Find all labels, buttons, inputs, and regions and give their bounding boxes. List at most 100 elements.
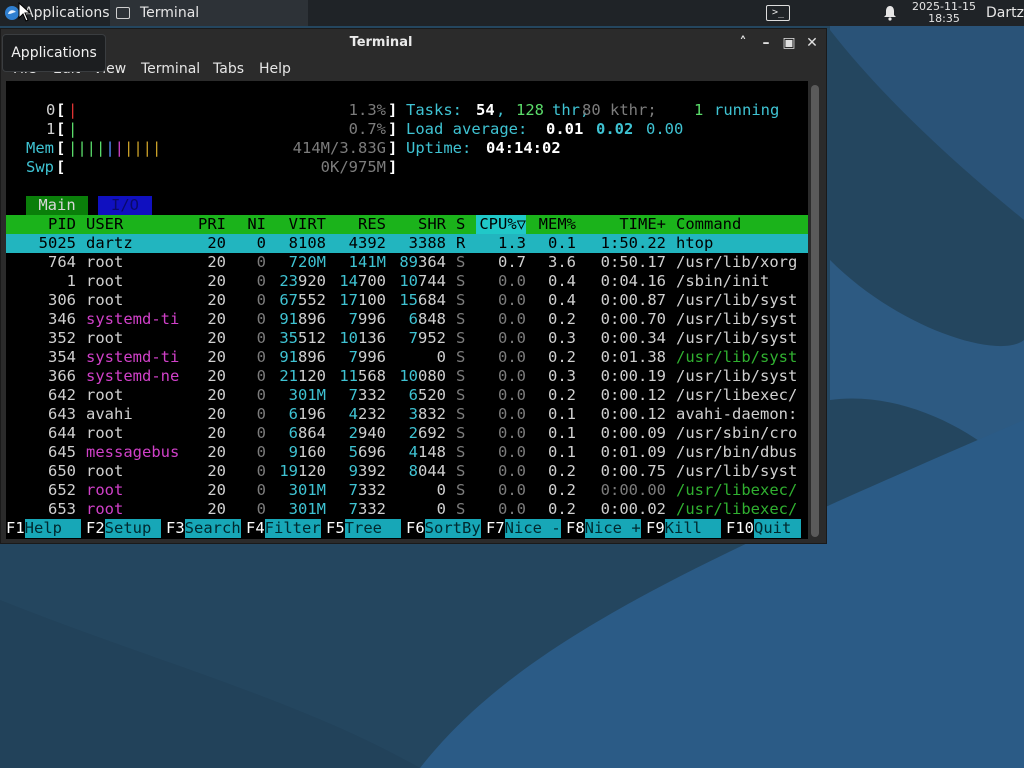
cell-s: S [456, 386, 466, 404]
applications-tooltip: Applications [2, 34, 106, 72]
window-titlebar[interactable]: Terminal ˄ – ▣ ✕ [1, 29, 826, 57]
column-header-pid[interactable]: PID [6, 215, 76, 234]
process-row[interactable]: 643 avahi 20 0 6196 4232 3832 S 0.0 0.1 0:00.12 ava… [6, 405, 808, 424]
cell-virt: 301M [288, 500, 326, 518]
column-header-res[interactable]: RES [326, 215, 386, 234]
tab-io[interactable]: I/O [98, 196, 152, 215]
meter-bracket: ] [388, 139, 398, 157]
mem-bar: |||||||||| [68, 139, 162, 157]
cell-pid: 644 [48, 424, 76, 442]
cell-s: S [456, 348, 466, 366]
cell-ni: 0 [256, 291, 266, 309]
process-row[interactable]: 644 root 20 0 6864 2940 2692 S 0.0 0.1 0:00.09/usr… [6, 424, 808, 443]
cell-ni: 0 [256, 424, 266, 442]
cell-s: S [456, 291, 466, 309]
process-row[interactable]: 653 root 20 0 301M 7332 0 S 0.0 0.2 0:00.02/usr/li… [6, 500, 808, 519]
column-header-shr[interactable]: SHR [386, 215, 446, 234]
cell-virt: 301M [288, 386, 326, 404]
process-row-selected[interactable]: 5025 dartz 20 0 8108 4392 3388 R 1.3 0.1 1:50.22 ht… [6, 234, 808, 253]
cell-user: messagebus [86, 443, 180, 461]
cell-virt: 35512 [279, 329, 326, 347]
cell-res: 7996 [348, 348, 386, 366]
user-menu-button[interactable]: Dartz [986, 0, 1024, 26]
fkey-f5[interactable]: F5Tree [326, 519, 401, 538]
cell-res: 141M [348, 253, 386, 271]
process-row[interactable]: 366 systemd-ne 20 0 21120 11568 10080 S 0.0 0.3 0:… [6, 367, 808, 386]
fkey-f2[interactable]: F2Setup [86, 519, 161, 538]
menu-help[interactable]: Help [259, 61, 291, 77]
cell-ni: 0 [256, 443, 266, 461]
cell-s: S [456, 329, 466, 347]
tasks-count: 54 [476, 101, 495, 119]
cell-time: 0:00.75 [600, 462, 666, 480]
clock[interactable]: 2025-11-15 18:35 [908, 0, 980, 26]
cell-cpu: 0.0 [498, 367, 526, 385]
scrollbar[interactable] [811, 85, 819, 537]
notifications-button[interactable] [880, 0, 900, 26]
terminal-launcher-button[interactable]: >_ [758, 2, 798, 24]
fkey-f6[interactable]: F6SortBy [406, 519, 481, 538]
fkey-f7[interactable]: F7Nice - [486, 519, 561, 538]
process-row[interactable]: 352 root 20 0 35512 10136 7952 S 0.0 0.3 0:00.34/u… [6, 329, 808, 348]
fkey-f4[interactable]: F4Filter [246, 519, 321, 538]
running-label: running [714, 101, 780, 119]
process-row[interactable]: 354 systemd-ti 20 0 91896 7996 0 S 0.0 0.2 0:01.38… [6, 348, 808, 367]
cell-cmd: /sbin/init [676, 272, 770, 290]
fkey-f9[interactable]: F9Kill [646, 519, 721, 538]
window-up-button[interactable]: ˄ [733, 33, 753, 53]
cell-pid: 346 [48, 310, 76, 328]
cell-mem: 0.2 [548, 310, 576, 328]
minimize-icon: – [762, 35, 770, 51]
cell-res: 7332 [348, 500, 386, 518]
cell-cmd: /usr/sbin/cro [676, 424, 798, 442]
cell-user: avahi [86, 405, 133, 423]
column-header-command[interactable]: Command [676, 215, 808, 234]
cell-time: 0:00.87 [600, 291, 666, 309]
column-header-user[interactable]: USER [86, 215, 186, 234]
column-header-ni[interactable]: NI [231, 215, 266, 234]
tab-main[interactable]: Main [26, 196, 88, 215]
cell-res: 14700 [339, 272, 386, 290]
fkey-f1[interactable]: F1Help [6, 519, 81, 538]
cell-shr: 3832 [408, 405, 446, 423]
process-row[interactable]: 652 root 20 0 301M 7332 0 S 0.0 0.2 0:00.00/usr/li… [6, 481, 808, 500]
cell-virt: 8108 [288, 234, 326, 252]
fkey-f8[interactable]: F8Nice + [566, 519, 641, 538]
cell-cmd: /usr/libexec/ [676, 386, 798, 404]
column-header-time[interactable]: TIME+ [586, 215, 666, 234]
fkey-label: Nice + [584, 519, 641, 538]
load-15: 0.00 [646, 120, 684, 138]
column-header-pri[interactable]: PRI [186, 215, 226, 234]
cell-pri: 20 [207, 386, 226, 404]
minimize-button[interactable]: – [756, 33, 776, 53]
cell-pri: 20 [207, 234, 226, 252]
fkey-f3[interactable]: F3Search [166, 519, 241, 538]
terminal-content[interactable]: 0 [ | 1.3% ] Tasks: 54 , 128 thr, 80 kth… [6, 81, 808, 539]
process-row[interactable]: 1 root 20 0 23920 14700 10744 S 0.0 0.4 0:04.16/sb… [6, 272, 808, 291]
process-row[interactable]: 642 root 20 0 301M 7332 6520 S 0.0 0.2 0:00.12/usr… [6, 386, 808, 405]
meter-bracket: [ [56, 139, 66, 157]
cell-shr: 6848 [408, 310, 446, 328]
close-button[interactable]: ✕ [802, 33, 822, 53]
cell-user: root [86, 253, 124, 271]
cpu0-percent: 1.3% [348, 101, 386, 119]
column-header-s[interactable]: S [456, 215, 470, 234]
fkey-label: Setup [104, 519, 161, 538]
process-row[interactable]: 645 messagebus 20 0 9160 5696 4148 S 0.0 0.1 0:01.… [6, 443, 808, 462]
process-row[interactable]: 650 root 20 0 19120 9392 8044 S 0.0 0.2 0:00.75/us… [6, 462, 808, 481]
process-row[interactable]: 306 root 20 0 67552 17100 15684 S 0.0 0.4 0:00.87 /… [6, 291, 808, 310]
cell-user: root [86, 329, 124, 347]
process-row[interactable]: 764 root 20 0 720M 141M 89364 S 0.7 3.6 0:50.17/us… [6, 253, 808, 272]
fkey-f10[interactable]: F10Quit [726, 519, 801, 538]
process-row[interactable]: 346 systemd-ti 20 0 91896 7996 6848 S 0.0 0.2 0:00… [6, 310, 808, 329]
taskbar-terminal-button[interactable]: Terminal [110, 0, 308, 26]
column-header-virt[interactable]: VIRT [266, 215, 326, 234]
cell-s: S [456, 405, 466, 423]
process-table-header: PID USER PRI NI VIRT RES SHR S CPU%▽ MEM% TIME+ Com… [6, 215, 808, 234]
column-header-cpu[interactable]: CPU%▽ [476, 215, 526, 234]
column-header-mem[interactable]: MEM% [526, 215, 576, 234]
menu-tabs[interactable]: Tabs [213, 61, 244, 77]
maximize-button[interactable]: ▣ [779, 33, 799, 53]
cell-res: 5696 [348, 443, 386, 461]
menu-terminal[interactable]: Terminal [141, 61, 200, 77]
